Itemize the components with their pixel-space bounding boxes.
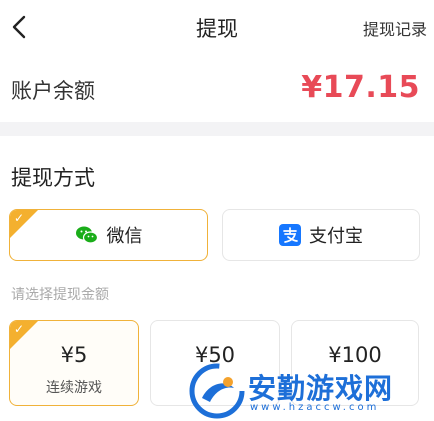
wechat-method-option[interactable]: ✓ 微信 <box>9 209 208 261</box>
watermark-logo-icon <box>189 363 245 419</box>
amount-value: ¥5 <box>60 343 88 367</box>
amount-option-5[interactable]: ✓ ¥5 连续游戏 <box>9 320 139 406</box>
wechat-label: 微信 <box>106 226 143 247</box>
top-bar: 提现 提现记录 <box>0 0 434 56</box>
method-section-title: 提现方式 <box>11 166 95 190</box>
checkmark-icon: ✓ <box>14 211 25 225</box>
withdraw-record-link[interactable]: 提现记录 <box>363 16 427 40</box>
site-watermark: 安勤游戏网 www.hzaccw.com <box>188 362 434 421</box>
watermark-text: 安勤游戏网 <box>248 372 394 405</box>
checkmark-icon: ✓ <box>14 322 25 336</box>
balance-label: 账户余额 <box>11 79 95 103</box>
alipay-method-option[interactable]: 支付宝 <box>222 209 420 261</box>
section-divider <box>0 122 434 136</box>
watermark-url: www.hzaccw.com <box>250 402 380 413</box>
amount-note: 连续游戏 <box>46 380 102 396</box>
balance-value: ¥17.15 <box>301 70 420 105</box>
alipay-icon <box>279 224 301 246</box>
balance-row: 账户余额 ¥17.15 <box>0 56 434 122</box>
wechat-icon <box>75 226 98 244</box>
alipay-label: 支付宝 <box>309 226 363 247</box>
amount-hint: 请选择提现金额 <box>11 287 109 303</box>
